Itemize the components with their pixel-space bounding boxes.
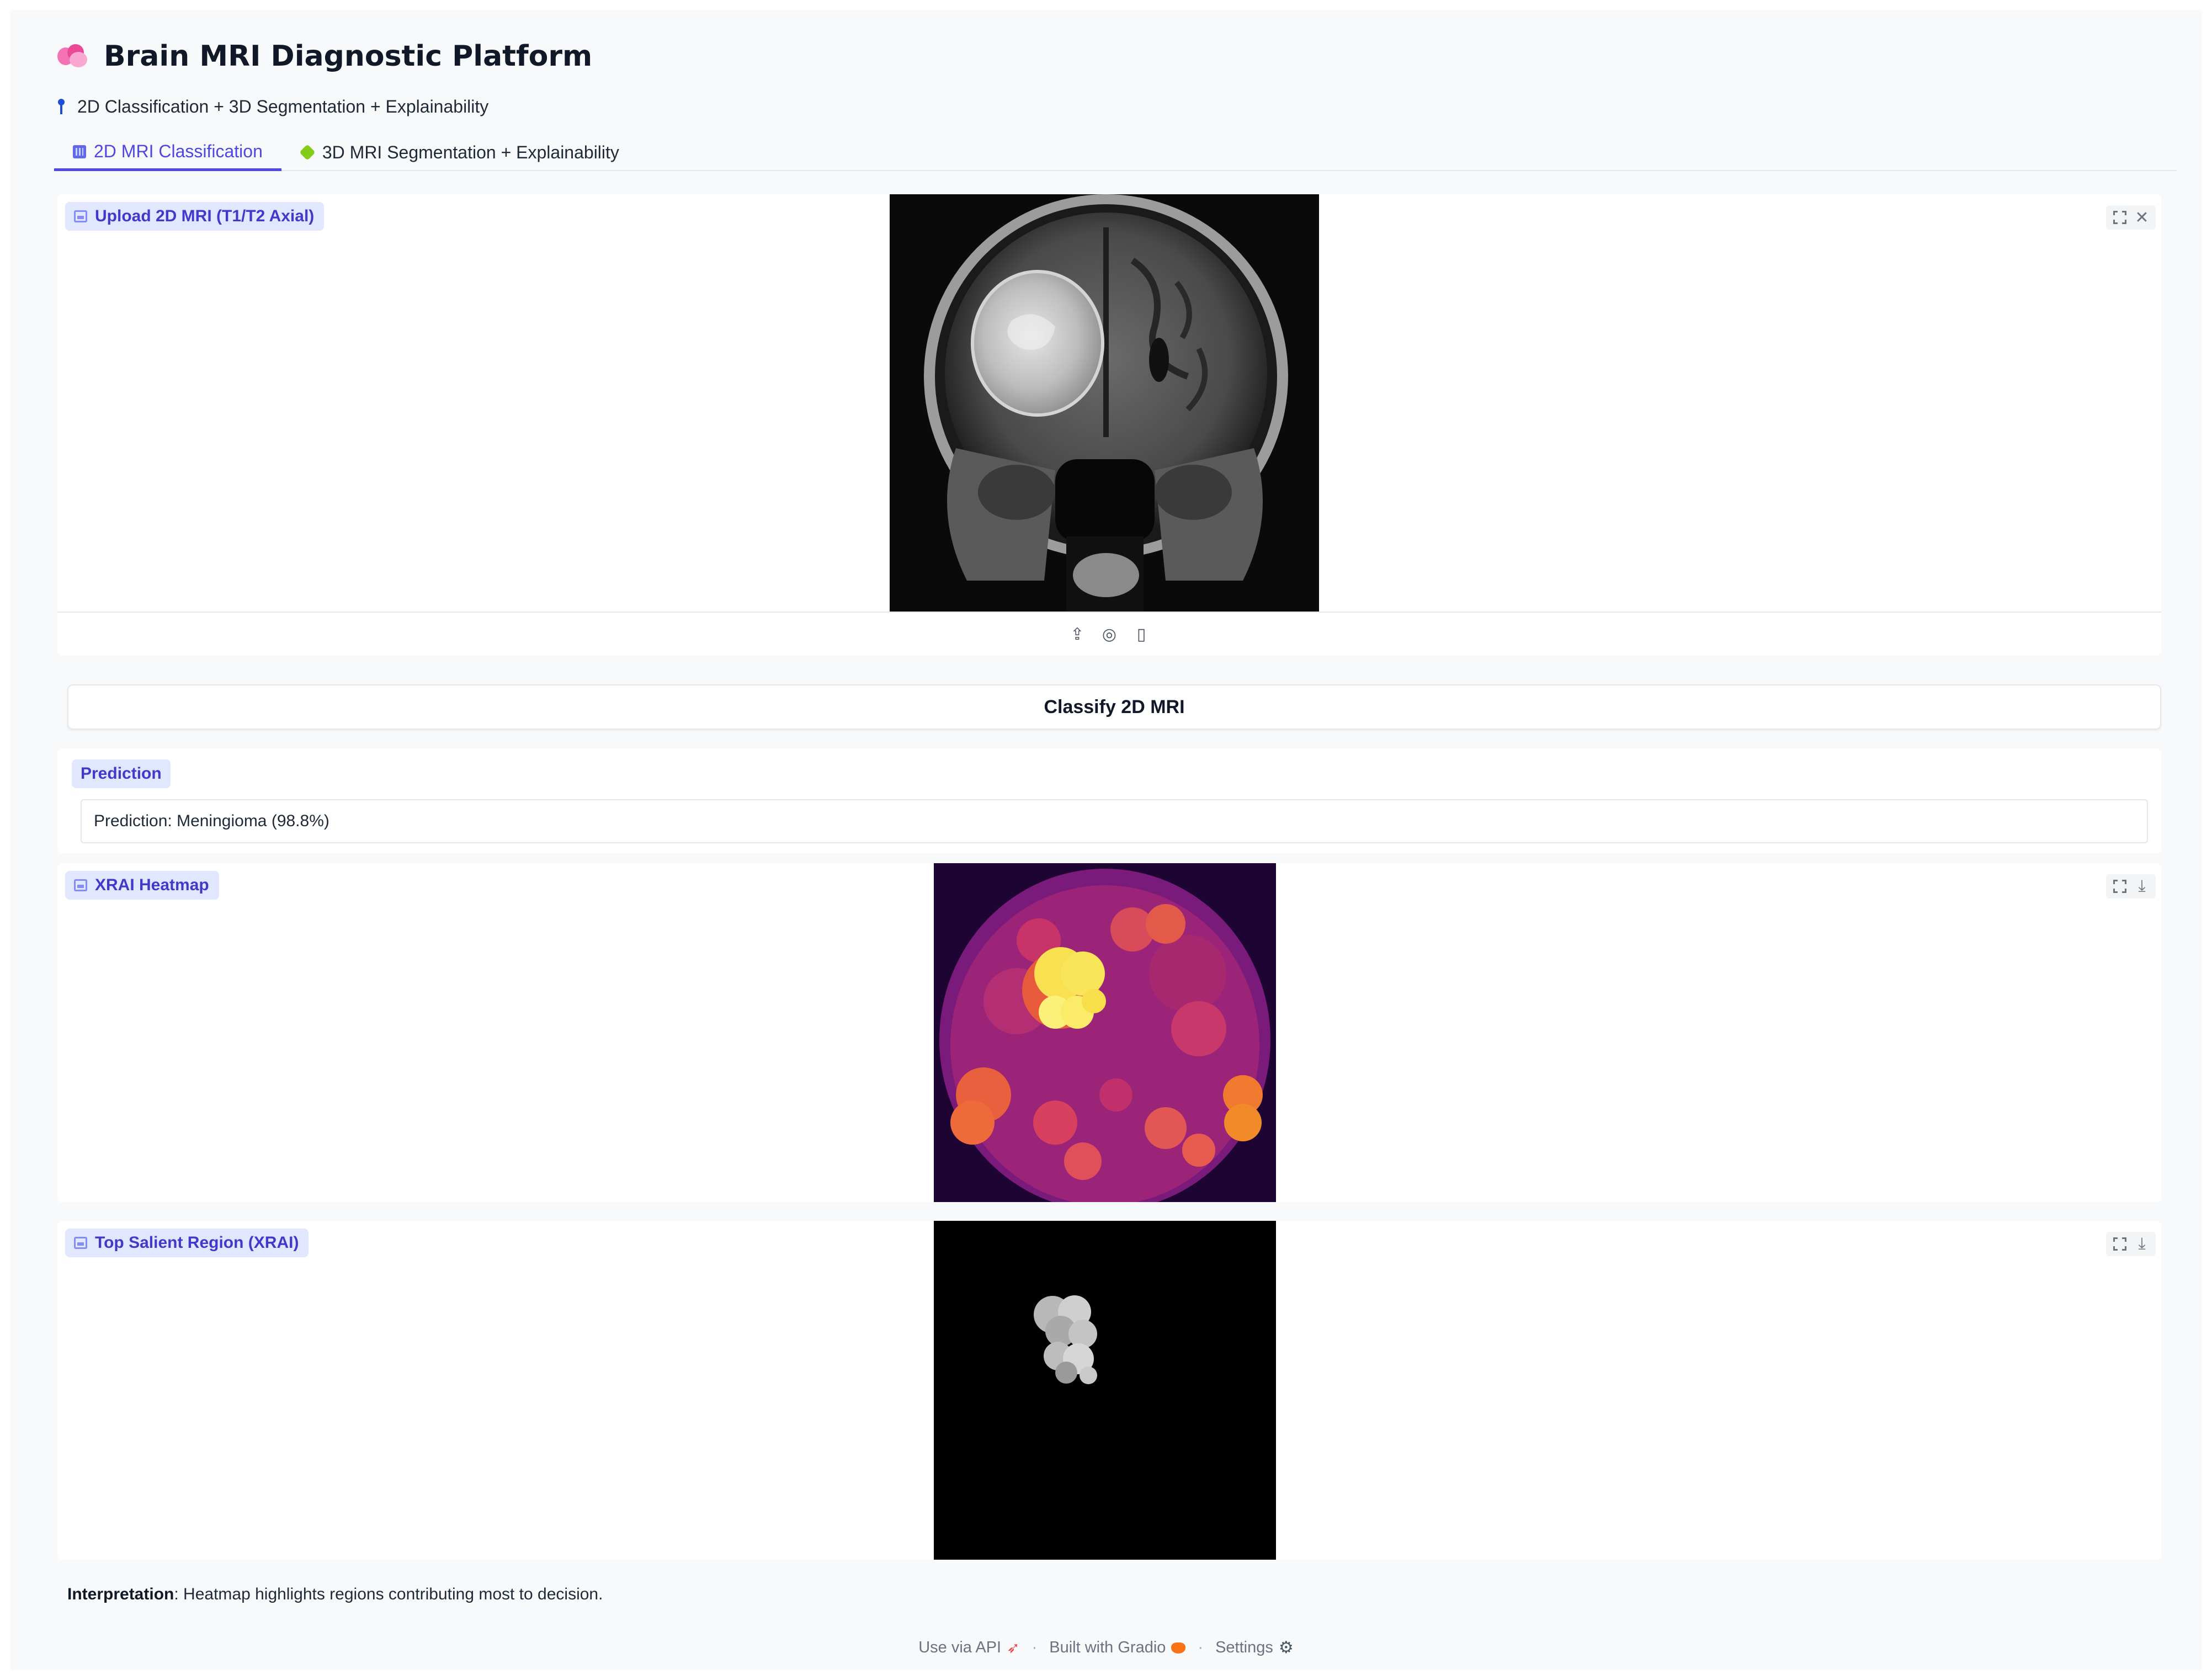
download-icon[interactable]: ⤓ xyxy=(2131,876,2152,896)
footer: Use via API ➶ · Built with Gradio · Sett… xyxy=(10,1638,2202,1657)
separator: · xyxy=(1198,1639,1204,1656)
heatmap-label: XRAI Heatmap xyxy=(65,871,219,900)
upload-image-block[interactable]: Upload 2D MRI (T1/T2 Axial) ✕ ⇪ ◎ ▯ xyxy=(57,194,2161,656)
tab-bar: 2D MRI Classification 3D MRI Segmentatio… xyxy=(54,135,2177,171)
image-icon xyxy=(74,879,87,891)
tab-3d-segmentation[interactable]: 3D MRI Segmentation + Explainability xyxy=(281,135,638,170)
separator: · xyxy=(1031,1639,1038,1656)
subtitle-text: 2D Classification + 3D Segmentation + Ex… xyxy=(77,96,489,116)
api-link-text: Use via API xyxy=(918,1639,1002,1656)
prediction-output: Prediction: Meningioma (98.8%) xyxy=(81,799,2148,843)
settings-link[interactable]: Settings ⚙ xyxy=(1215,1638,1294,1657)
classify-button[interactable]: Classify 2D MRI xyxy=(67,684,2161,730)
app-container: Brain MRI Diagnostic Platform 2D Classif… xyxy=(10,10,2202,1670)
salient-corner-buttons: ⤓ xyxy=(2106,1232,2156,1256)
upload-icon[interactable]: ⇪ xyxy=(1067,624,1087,644)
mri-scan-graphic xyxy=(890,194,1319,612)
heatmap-corner-buttons: ⤓ xyxy=(2106,874,2156,899)
tab-label: 3D MRI Segmentation + Explainability xyxy=(322,142,619,162)
salient-graphic xyxy=(934,1221,1276,1560)
interpretation-text: Interpretation: Heatmap highlights regio… xyxy=(67,1585,603,1604)
download-icon[interactable]: ⤓ xyxy=(2131,1234,2152,1254)
salient-label: Top Salient Region (XRAI) xyxy=(65,1229,309,1257)
built-link-text: Built with Gradio xyxy=(1049,1639,1166,1656)
rocket-icon: ➶ xyxy=(1007,1639,1020,1656)
interpretation-title: Interpretation xyxy=(67,1585,174,1603)
image-icon xyxy=(74,1237,87,1249)
xrai-heatmap-image xyxy=(934,863,1276,1202)
clipboard-icon[interactable]: ▯ xyxy=(1131,624,1151,644)
uploaded-mri-image xyxy=(890,194,1319,612)
fullscreen-icon[interactable] xyxy=(2109,1234,2130,1254)
heatmap-graphic xyxy=(934,863,1276,1202)
subtitle: 2D Classification + 3D Segmentation + Ex… xyxy=(57,93,488,120)
prediction-label: Prediction xyxy=(72,759,171,788)
fullscreen-icon[interactable] xyxy=(2109,208,2130,227)
gradio-logo-icon xyxy=(1171,1642,1186,1654)
puzzle-icon xyxy=(299,144,316,161)
upload-corner-buttons: ✕ xyxy=(2106,205,2156,230)
heatmap-label-text: XRAI Heatmap xyxy=(95,876,209,894)
use-via-api-link[interactable]: Use via API ➶ xyxy=(918,1639,1019,1657)
top-salient-region-image xyxy=(934,1221,1276,1560)
webcam-icon[interactable]: ◎ xyxy=(1099,624,1119,644)
upload-toolbar: ⇪ ◎ ▯ xyxy=(57,612,2161,656)
image-icon xyxy=(74,210,87,222)
page-title: Brain MRI Diagnostic Platform xyxy=(104,40,593,73)
salient-region-block: Top Salient Region (XRAI) ⤓ xyxy=(57,1221,2161,1560)
prediction-label-text: Prediction xyxy=(81,764,162,783)
built-with-gradio-link[interactable]: Built with Gradio xyxy=(1049,1639,1186,1657)
interpretation-body: : Heatmap highlights regions contributin… xyxy=(174,1585,603,1603)
upload-label: Upload 2D MRI (T1/T2 Axial) xyxy=(65,202,325,231)
gear-icon: ⚙ xyxy=(1278,1639,1294,1657)
close-icon[interactable]: ✕ xyxy=(2131,208,2152,227)
upload-label-text: Upload 2D MRI (T1/T2 Axial) xyxy=(95,207,315,225)
brain-icon xyxy=(57,44,87,68)
heatmap-block: XRAI Heatmap ⤓ xyxy=(57,863,2161,1202)
tab-2d-classification[interactable]: 2D MRI Classification xyxy=(54,135,281,171)
fullscreen-icon[interactable] xyxy=(2109,876,2130,896)
salient-label-text: Top Salient Region (XRAI) xyxy=(95,1234,299,1252)
prediction-text: Prediction: Meningioma (98.8%) xyxy=(94,812,329,830)
app-header: Brain MRI Diagnostic Platform xyxy=(57,36,592,76)
pin-icon xyxy=(57,98,65,115)
tab-label: 2D MRI Classification xyxy=(94,141,263,161)
bar-chart-icon xyxy=(73,145,86,158)
settings-link-text: Settings xyxy=(1215,1639,1273,1656)
